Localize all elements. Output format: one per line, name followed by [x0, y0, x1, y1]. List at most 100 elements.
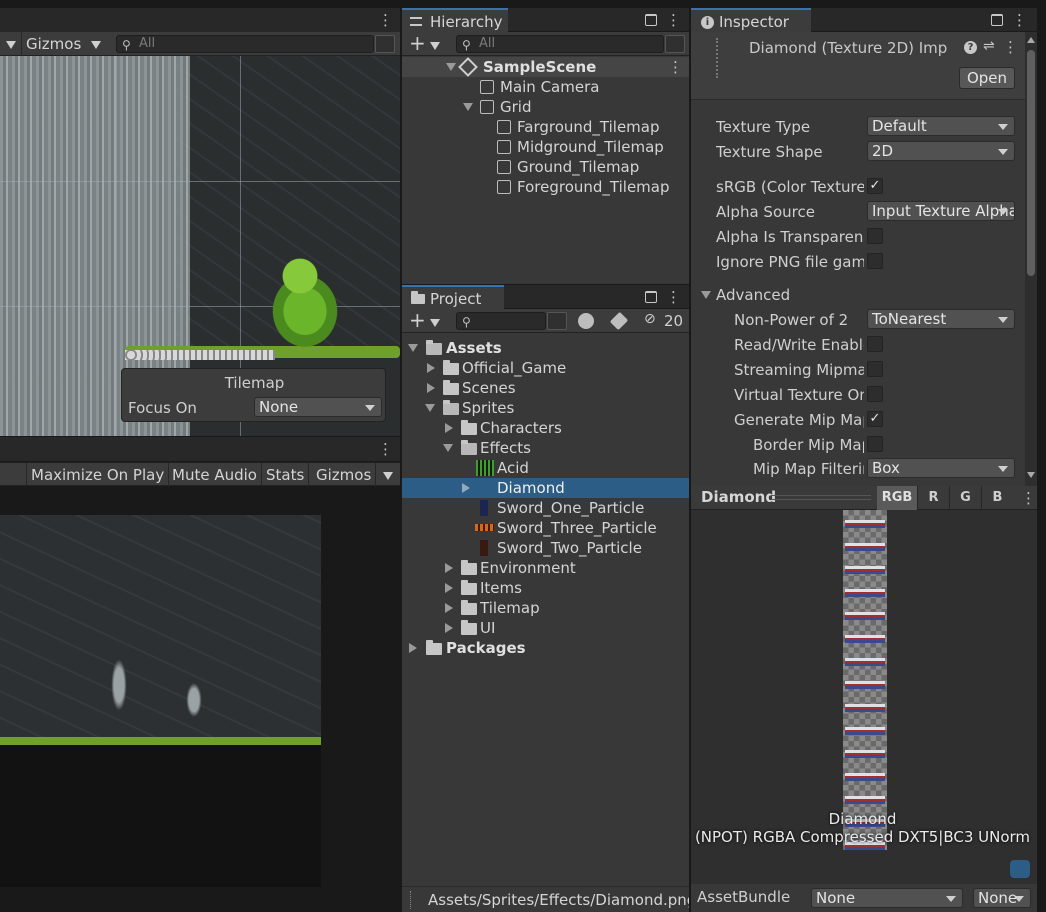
channel-rgb-button[interactable]: RGB: [877, 486, 917, 510]
assetbundle-dropdown[interactable]: None: [811, 888, 963, 908]
project-folder-environment[interactable]: Environment: [402, 558, 689, 578]
focus-on-dropdown[interactable]: None: [254, 397, 382, 417]
component-more-icon[interactable]: ⋮: [1003, 38, 1018, 56]
project-asset-sword-three[interactable]: Sword_Three_Particle: [402, 518, 689, 538]
search-by-type-icon[interactable]: [578, 313, 594, 329]
scene-row[interactable]: SampleScene ⋮: [402, 57, 689, 77]
tab-hierarchy[interactable]: Hierarchy: [402, 8, 508, 32]
channel-b-button[interactable]: B: [981, 486, 1013, 510]
help-icon[interactable]: ?: [964, 41, 977, 54]
chevron-down-icon: [998, 124, 1008, 130]
game-gizmos-button[interactable]: Gizmos: [312, 463, 377, 487]
open-button[interactable]: Open: [959, 67, 1015, 89]
preview-more-icon[interactable]: ⋮: [1021, 489, 1036, 507]
project-search-input[interactable]: ⚲: [456, 312, 546, 330]
hierarchy-item-main-camera[interactable]: Main Camera: [402, 77, 689, 97]
streaming-mipmaps-checkbox[interactable]: [867, 361, 883, 377]
preview-drag-bar[interactable]: [771, 495, 871, 500]
hierarchy-search-options-icon[interactable]: [665, 35, 685, 53]
path-resize-handle[interactable]: [410, 891, 412, 909]
tab-inspector[interactable]: i Inspector: [691, 8, 811, 32]
project-asset-acid[interactable]: Acid: [402, 458, 689, 478]
hierarchy-item-ground[interactable]: Ground_Tilemap: [402, 157, 689, 177]
texture-shape-dropdown[interactable]: 2D: [867, 141, 1015, 161]
project-folder-scenes[interactable]: Scenes: [402, 378, 689, 398]
project-asset-sword-one[interactable]: Sword_One_Particle: [402, 498, 689, 518]
project-folder-effects[interactable]: Effects: [402, 438, 689, 458]
add-dropdown-icon[interactable]: [430, 42, 440, 50]
border-mipmaps-checkbox[interactable]: [867, 436, 883, 452]
advanced-foldout-icon[interactable]: [701, 291, 711, 299]
add-dropdown-icon[interactable]: [430, 319, 440, 327]
lock-icon[interactable]: [645, 14, 657, 26]
scene-row-more-icon[interactable]: ⋮: [668, 58, 683, 76]
inspector-header: Diamond (Texture 2D) Imp ? ⇌ ⋮ Open: [691, 32, 1025, 100]
preset-icon[interactable]: ⇌: [983, 38, 995, 54]
hierarchy-search-input[interactable]: ⚲ All: [456, 35, 664, 53]
texture-type-dropdown[interactable]: Default: [867, 116, 1015, 136]
project-asset-diamond[interactable]: Diamond: [402, 478, 689, 498]
project-folder-sprites[interactable]: Sprites: [402, 398, 689, 418]
project-folder-items[interactable]: Items: [402, 578, 689, 598]
project-folder-assets[interactable]: Assets: [402, 338, 689, 358]
channel-r-button[interactable]: R: [917, 486, 949, 510]
project-folder-ui[interactable]: UI: [402, 618, 689, 638]
read-write-checkbox[interactable]: [867, 336, 883, 352]
hierarchy-more-icon[interactable]: ⋮: [666, 11, 681, 29]
inspector-scrollbar[interactable]: [1025, 32, 1037, 486]
asset-labels-icon[interactable]: [1010, 860, 1030, 878]
project-search-options-icon[interactable]: [547, 312, 567, 330]
gameobject-icon: [497, 120, 511, 134]
scene-more-icon[interactable]: ⋮: [378, 11, 393, 29]
scene-search-options-icon[interactable]: [375, 35, 395, 53]
hierarchy-item-grid[interactable]: Grid: [402, 97, 689, 117]
maximize-on-play-button[interactable]: Maximize On Play: [26, 463, 170, 487]
sprite-thumbnail-icon: [476, 460, 494, 476]
scene-search-input[interactable]: ⚲ All: [116, 35, 374, 53]
inspector-more-icon[interactable]: ⋮: [1012, 11, 1027, 29]
project-more-icon[interactable]: ⋮: [666, 288, 681, 306]
game-ground: [0, 745, 321, 887]
gameobject-icon: [497, 160, 511, 174]
tab-project[interactable]: Project: [402, 285, 504, 309]
lock-icon[interactable]: [645, 291, 657, 303]
virtual-texture-checkbox[interactable]: [867, 386, 883, 402]
scene-gizmos-button[interactable]: Gizmos: [21, 32, 85, 56]
game-gizmos-dropdown-icon[interactable]: [383, 472, 393, 480]
game-canvas[interactable]: [0, 515, 321, 887]
alpha-transparency-checkbox[interactable]: [867, 228, 883, 244]
asset-label: Sword_One_Particle: [497, 499, 645, 517]
project-folder-official-game[interactable]: Official_Game: [402, 358, 689, 378]
non-power-of-2-dropdown[interactable]: ToNearest: [867, 309, 1015, 329]
channel-g-button[interactable]: G: [949, 486, 981, 510]
generate-mipmaps-checkbox[interactable]: ✓: [867, 411, 883, 427]
plus-icon[interactable]: +: [409, 32, 426, 54]
gizmos-dropdown-icon[interactable]: [91, 41, 101, 49]
game-more-icon[interactable]: ⋮: [378, 440, 393, 458]
stats-button[interactable]: Stats: [262, 463, 310, 487]
project-folder-tilemap[interactable]: Tilemap: [402, 598, 689, 618]
hierarchy-item-foreground[interactable]: Foreground_Tilemap: [402, 177, 689, 197]
hierarchy-item-midground[interactable]: Midground_Tilemap: [402, 137, 689, 157]
advanced-foldout-label[interactable]: Advanced: [716, 286, 790, 304]
ignore-png-gamma-checkbox[interactable]: [867, 253, 883, 269]
scrollbar-thumb[interactable]: [1027, 50, 1035, 276]
mute-audio-button[interactable]: Mute Audio: [168, 463, 262, 487]
project-folder-packages[interactable]: Packages: [402, 638, 689, 658]
scroll-up-icon[interactable]: [1027, 37, 1035, 43]
alpha-source-dropdown[interactable]: Input Texture Alpha: [867, 201, 1015, 221]
srgb-checkbox[interactable]: ✓: [867, 178, 883, 194]
non-power-of-2-value: ToNearest: [872, 310, 947, 328]
plus-icon[interactable]: +: [409, 309, 426, 331]
assetbundle-variant-dropdown[interactable]: None: [973, 888, 1031, 908]
lock-icon[interactable]: [991, 14, 1003, 26]
project-folder-characters[interactable]: Characters: [402, 418, 689, 438]
expand-arrow-icon: [446, 63, 456, 71]
project-asset-sword-two[interactable]: Sword_Two_Particle: [402, 538, 689, 558]
mipmap-filtering-dropdown[interactable]: Box: [867, 458, 1015, 478]
hidden-packages-icon[interactable]: ⊘: [644, 311, 656, 327]
search-by-label-icon[interactable]: [609, 311, 629, 331]
scroll-down-icon[interactable]: [1027, 472, 1035, 478]
scene-toolbar-dropdown-icon[interactable]: [6, 41, 16, 49]
hierarchy-item-farground[interactable]: Farground_Tilemap: [402, 117, 689, 137]
